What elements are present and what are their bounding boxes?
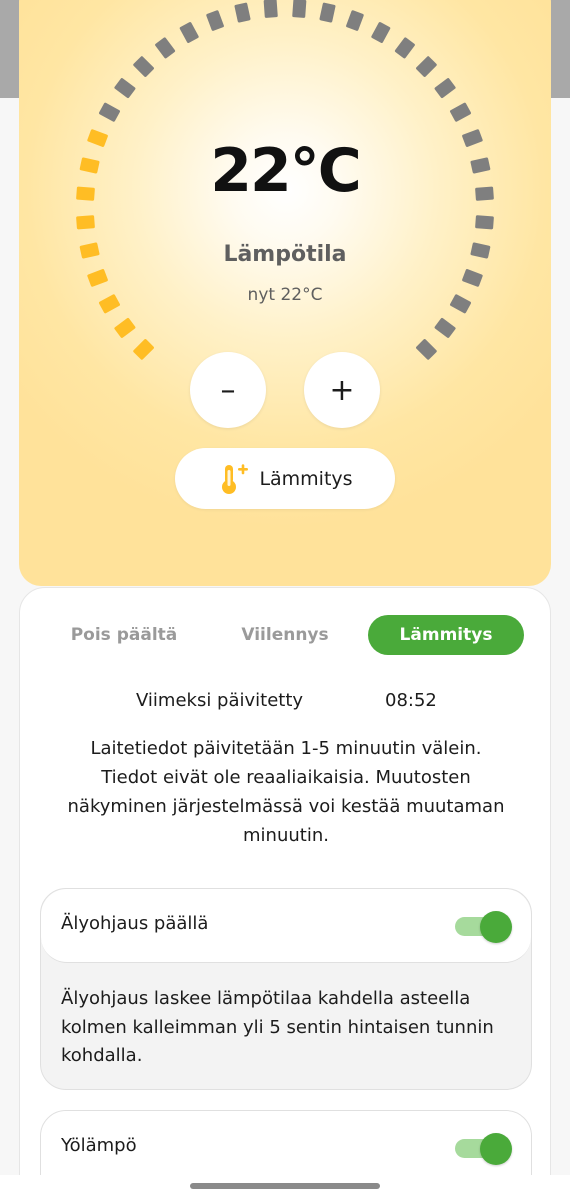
dial-segment <box>319 2 336 23</box>
dial-segment <box>133 56 154 77</box>
dial-segment <box>450 102 471 122</box>
thermometer-plus-icon <box>222 463 249 494</box>
dial-segment <box>133 339 154 360</box>
current-temperature: nyt 22°C <box>247 285 323 305</box>
night-heat-header: Yölämpö <box>41 1111 531 1185</box>
dial-mode-label: Lämpötila <box>223 242 347 267</box>
smart-control-description: Älyohjaus laskee lämpötilaa kahdella ast… <box>61 988 494 1066</box>
dial-segment <box>114 78 136 99</box>
dial-segment <box>346 10 364 31</box>
dial-segment <box>114 317 136 338</box>
toggle-knob <box>480 911 512 943</box>
dial-segment <box>475 215 494 230</box>
dial-segment <box>394 37 415 59</box>
update-notice: Laitetiedot päivitetään 1-5 minuutin väl… <box>67 738 505 846</box>
dial-segment <box>206 10 224 31</box>
tab-heating[interactable]: Lämmitys <box>368 615 524 655</box>
dial-segment <box>416 339 437 360</box>
dial-segment <box>234 2 251 23</box>
night-heat-label: Yölämpö <box>61 1135 137 1156</box>
night-heat-toggle[interactable] <box>455 1133 512 1165</box>
tab-cooling[interactable]: Viilennys <box>210 615 360 655</box>
dial-segment <box>371 22 391 43</box>
decrease-temperature-button[interactable]: – <box>190 352 266 428</box>
heating-mode-button-label: Lämmitys <box>259 467 353 490</box>
target-temperature: 22°C <box>210 136 362 206</box>
plus-icon: + <box>329 372 355 408</box>
tab-off[interactable]: Pois päältä <box>48 615 200 655</box>
dial-segment <box>76 215 95 230</box>
smart-control-header: Älyohjaus päällä <box>41 889 531 963</box>
dial-segment <box>292 0 307 18</box>
screen: 22°C Lämpötila nyt 22°C – + Lämmitys Poi… <box>0 0 570 1200</box>
dial-segment <box>99 102 120 122</box>
smart-control-toggle[interactable] <box>455 911 512 943</box>
smart-control-setting: Älyohjaus päällä Älyohjaus laskee lämpöt… <box>40 888 532 1090</box>
mode-selector: Pois päältä Viilennys Lämmitys <box>20 615 552 655</box>
dial-segment <box>434 78 456 99</box>
home-indicator[interactable] <box>190 1183 380 1189</box>
minus-icon: – <box>220 372 236 408</box>
dial-segment <box>263 0 278 18</box>
thermostat-card: 22°C Lämpötila nyt 22°C – + Lämmitys <box>19 0 551 586</box>
dial-segment <box>155 37 176 59</box>
toggle-knob <box>480 1133 512 1165</box>
heating-mode-button[interactable]: Lämmitys <box>175 448 395 509</box>
smart-control-label: Älyohjaus päällä <box>61 913 209 934</box>
last-updated-label: Viimeksi päivitetty <box>136 690 304 711</box>
increase-temperature-button[interactable]: + <box>304 352 380 428</box>
last-updated-row: Viimeksi päivitetty 08:52 <box>20 690 552 716</box>
last-updated-time: 08:52 <box>385 690 437 711</box>
settings-card: Pois päältä Viilennys Lämmitys Viimeksi … <box>19 587 551 1200</box>
dial-segment <box>179 22 199 43</box>
dial-segment <box>434 317 456 338</box>
dial-segment <box>416 56 437 77</box>
